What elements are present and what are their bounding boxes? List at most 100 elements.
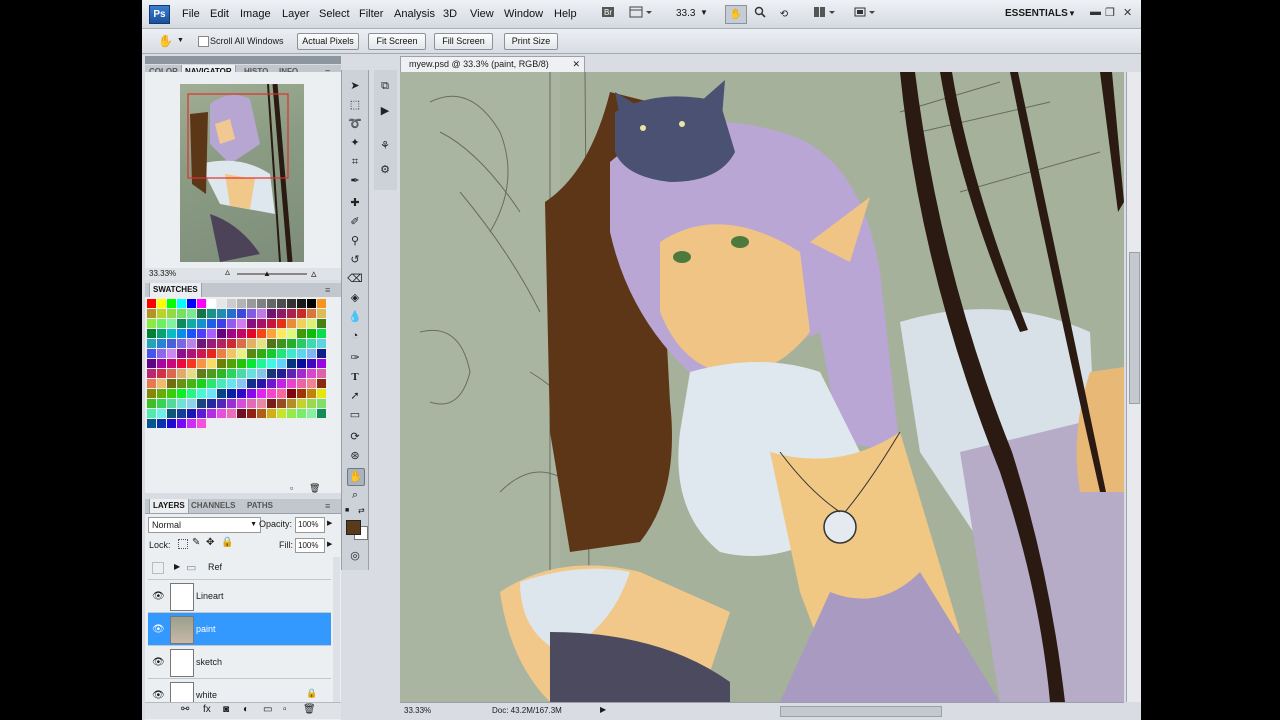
swatch-cell[interactable] — [217, 359, 226, 368]
swatch-cell[interactable] — [157, 309, 166, 318]
swatch-cell[interactable] — [287, 339, 296, 348]
tab-channels[interactable]: CHANNELS — [191, 501, 235, 510]
menu-image[interactable]: Image — [240, 8, 271, 20]
path-selection-icon[interactable]: ➚ — [347, 388, 363, 404]
swatch-cell[interactable] — [267, 339, 276, 348]
opacity-arrow-icon[interactable]: ▶ — [327, 519, 332, 527]
swatch-cell[interactable] — [277, 369, 286, 378]
swatch-cell[interactable] — [297, 329, 306, 338]
swatch-cell[interactable] — [277, 319, 286, 328]
quick-mask-icon[interactable]: ◎ — [347, 548, 363, 564]
swatch-cell[interactable] — [307, 399, 316, 408]
swatch-cell[interactable] — [287, 399, 296, 408]
swatch-cell[interactable] — [317, 389, 326, 398]
swatch-cell[interactable] — [167, 339, 176, 348]
swatch-cell[interactable] — [307, 369, 316, 378]
swatch-cell[interactable] — [267, 359, 276, 368]
swatch-cell[interactable] — [217, 369, 226, 378]
workspace-dropdown-icon[interactable]: ▼ — [1068, 9, 1076, 18]
navigator-thumbnail[interactable] — [180, 84, 304, 262]
swatch-cell[interactable] — [157, 409, 166, 418]
clone-stamp-icon[interactable]: ⚲ — [347, 233, 363, 249]
zoom-tool-small-icon[interactable]: ⌕ — [347, 487, 363, 503]
swatches-menu-icon[interactable]: ≡ — [325, 285, 330, 295]
swatch-cell[interactable] — [297, 349, 306, 358]
arrange-documents-icon[interactable] — [810, 5, 840, 24]
shape-tool-icon[interactable]: ▭ — [347, 407, 363, 423]
document-canvas[interactable] — [400, 72, 1124, 702]
eyedropper-tool-icon[interactable]: ✒ — [347, 173, 363, 189]
swatch-cell[interactable] — [187, 329, 196, 338]
swatch-cell[interactable] — [257, 369, 266, 378]
swatch-cell[interactable] — [267, 409, 276, 418]
swatch-cell[interactable] — [227, 409, 236, 418]
swatch-cell[interactable] — [177, 399, 186, 408]
swatch-cell[interactable] — [317, 319, 326, 328]
swatch-cell[interactable] — [227, 369, 236, 378]
actual-pixels-button[interactable]: Actual Pixels — [297, 33, 359, 50]
swatch-cell[interactable] — [277, 389, 286, 398]
swatch-cell[interactable] — [167, 309, 176, 318]
swatch-cell[interactable] — [317, 399, 326, 408]
swatch-cell[interactable] — [247, 409, 256, 418]
swatch-cell[interactable] — [147, 299, 156, 308]
swatch-cell[interactable] — [187, 319, 196, 328]
swatch-cell[interactable] — [217, 399, 226, 408]
pen-tool-icon[interactable]: ✑ — [347, 350, 363, 366]
swatch-cell[interactable] — [247, 309, 256, 318]
swatch-cell[interactable] — [267, 309, 276, 318]
swatch-cell[interactable] — [317, 339, 326, 348]
swatch-cell[interactable] — [237, 409, 246, 418]
default-colors-icon[interactable]: ■ — [345, 507, 349, 514]
dodge-tool-icon[interactable]: ◔ — [347, 328, 363, 344]
swatch-cell[interactable] — [277, 339, 286, 348]
swatch-cell[interactable] — [277, 409, 286, 418]
swatch-cell[interactable] — [307, 299, 316, 308]
swatch-cell[interactable] — [277, 299, 286, 308]
swatch-cell[interactable] — [147, 329, 156, 338]
swatch-cell[interactable] — [217, 389, 226, 398]
horizontal-scroll-thumb[interactable] — [780, 706, 942, 717]
swatch-cell[interactable] — [177, 299, 186, 308]
swatch-cell[interactable] — [287, 329, 296, 338]
marquee-tool-icon[interactable]: ⬚ — [347, 97, 363, 113]
swatch-cell[interactable] — [167, 369, 176, 378]
swatch-cell[interactable] — [147, 379, 156, 388]
swatch-cell[interactable] — [167, 409, 176, 418]
3d-rotate-icon[interactable]: ⟳ — [347, 429, 363, 445]
swatch-cell[interactable] — [207, 349, 216, 358]
swatch-cell[interactable] — [307, 309, 316, 318]
swatch-cell[interactable] — [217, 409, 226, 418]
swatch-cell[interactable] — [157, 379, 166, 388]
swatch-cell[interactable] — [227, 399, 236, 408]
eye-icon[interactable]: 👁 — [152, 657, 165, 668]
swatch-cell[interactable] — [297, 319, 306, 328]
swatch-cell[interactable] — [157, 339, 166, 348]
swatch-cell[interactable] — [207, 339, 216, 348]
swatch-cell[interactable] — [237, 369, 246, 378]
swatch-cell[interactable] — [317, 369, 326, 378]
swatch-cell[interactable] — [197, 299, 206, 308]
swatch-cell[interactable] — [287, 319, 296, 328]
swatch-cell[interactable] — [157, 369, 166, 378]
quick-selection-tool-icon[interactable]: ✦ — [347, 135, 363, 151]
swatch-cell[interactable] — [267, 369, 276, 378]
history-brush-icon[interactable]: ↺ — [347, 252, 363, 268]
swatch-cell[interactable] — [217, 329, 226, 338]
menu-edit[interactable]: Edit — [210, 8, 229, 20]
swatch-cell[interactable] — [167, 359, 176, 368]
swatch-cell[interactable] — [237, 329, 246, 338]
lasso-tool-icon[interactable]: ➰ — [347, 116, 363, 132]
swatch-cell[interactable] — [177, 359, 186, 368]
swatch-cell[interactable] — [217, 349, 226, 358]
swatch-cell[interactable] — [297, 359, 306, 368]
delete-swatch-icon[interactable]: 🗑 — [309, 483, 320, 494]
swatch-cell[interactable] — [207, 409, 216, 418]
swatch-cell[interactable] — [297, 389, 306, 398]
swatch-cell[interactable] — [287, 389, 296, 398]
canvas-vertical-scrollbar[interactable] — [1126, 72, 1141, 702]
healing-brush-icon[interactable]: ✚ — [347, 195, 363, 211]
swatch-cell[interactable] — [147, 349, 156, 358]
tab-swatches[interactable]: SWATCHES — [149, 283, 202, 297]
swatch-cell[interactable] — [307, 329, 316, 338]
